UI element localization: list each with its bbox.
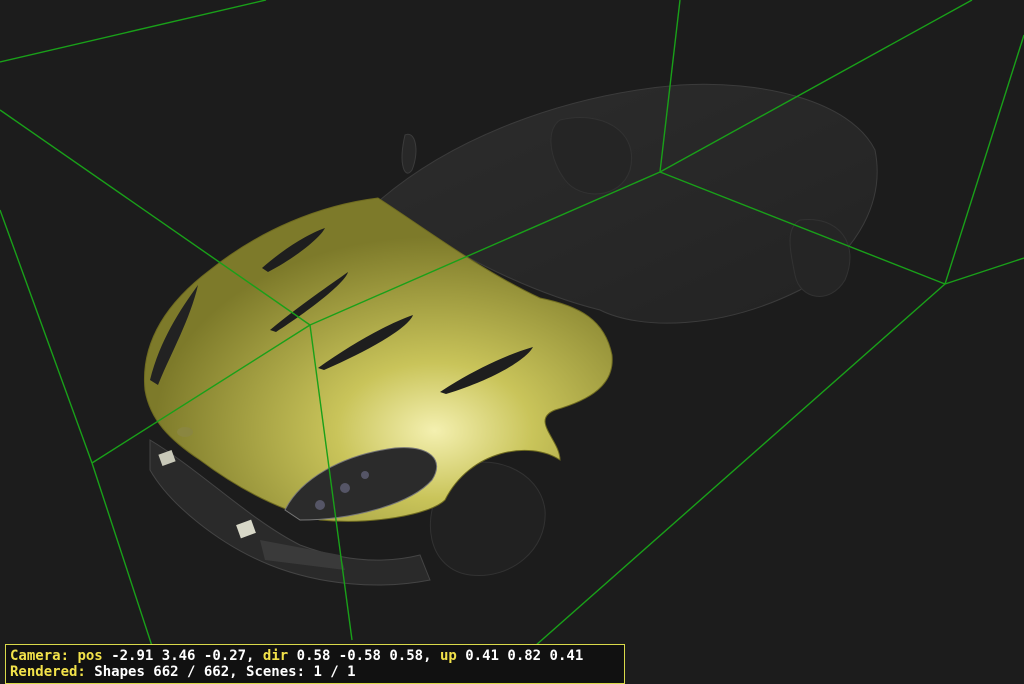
camera-label: Camera: bbox=[10, 648, 70, 664]
scene-canvas bbox=[0, 0, 1024, 647]
camera-dir-value: 0.58 -0.58 0.58, bbox=[296, 648, 432, 664]
3d-viewport[interactable] bbox=[0, 0, 1024, 678]
camera-dir-label: dir bbox=[262, 648, 289, 664]
camera-up-label: up bbox=[439, 648, 457, 664]
status-overlay: Camera: pos -2.91 3.46 -0.27, dir 0.58 -… bbox=[5, 644, 625, 684]
camera-line: Camera: pos -2.91 3.46 -0.27, dir 0.58 -… bbox=[10, 648, 620, 664]
camera-pos-label: pos bbox=[77, 648, 103, 664]
camera-pos-value: -2.91 3.46 -0.27, bbox=[111, 648, 255, 664]
camera-up-value: 0.41 0.82 0.41 bbox=[465, 648, 584, 664]
